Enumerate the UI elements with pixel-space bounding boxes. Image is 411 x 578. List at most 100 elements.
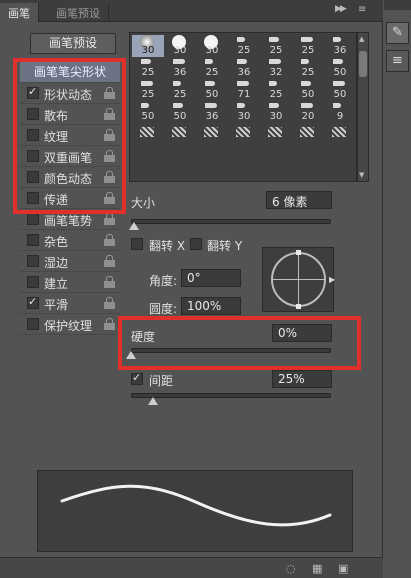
brush-size-label: 25 bbox=[141, 67, 155, 78]
toggle-live-tip-icon[interactable]: ◌ bbox=[286, 562, 296, 575]
option-build-up[interactable]: 建立 bbox=[20, 272, 120, 293]
brush-tip-preset[interactable] bbox=[228, 123, 260, 145]
new-brush-icon[interactable]: ▣ bbox=[338, 562, 348, 575]
lock-icon[interactable] bbox=[104, 234, 115, 246]
stroke-preview bbox=[37, 470, 353, 552]
brush-tip-preset[interactable]: 25 bbox=[196, 57, 228, 79]
spacing-slider-thumb[interactable] bbox=[148, 397, 158, 405]
brush-tip-preset[interactable]: 36 bbox=[324, 35, 356, 57]
brush-tip-icon bbox=[205, 81, 215, 86]
brush-tip-preset[interactable]: 25 bbox=[132, 57, 164, 79]
brush-tip-preset[interactable]: 30 bbox=[132, 35, 164, 57]
flip-x-checkbox[interactable] bbox=[131, 238, 143, 250]
highlight-box-options bbox=[13, 58, 126, 214]
tab-brush[interactable]: 画笔 bbox=[0, 3, 39, 22]
spacing-slider-track[interactable] bbox=[131, 393, 331, 398]
angle-arrow-icon[interactable]: ▶ bbox=[329, 275, 335, 284]
brush-tip-preset[interactable]: 25 bbox=[132, 79, 164, 101]
tab-brush-presets[interactable]: 画笔预设 bbox=[48, 3, 109, 22]
brush-tip-icon bbox=[205, 59, 213, 64]
build-up-checkbox[interactable] bbox=[27, 276, 39, 288]
scroll-up-icon[interactable]: ▲ bbox=[359, 35, 364, 43]
brush-size-label: 71 bbox=[237, 89, 251, 100]
brush-pose-checkbox[interactable] bbox=[27, 213, 39, 225]
brush-tip-preset[interactable]: 50 bbox=[132, 101, 164, 123]
spacing-checkbox[interactable] bbox=[131, 371, 143, 385]
scroll-thumb[interactable] bbox=[359, 51, 367, 77]
lock-icon[interactable] bbox=[104, 297, 115, 309]
flip-y-checkbox[interactable] bbox=[190, 238, 202, 250]
brush-settings-dock-icon[interactable]: ≡ bbox=[386, 50, 409, 72]
brush-grid-scrollbar[interactable]: ▲ ▼ bbox=[357, 32, 369, 182]
brush-tip-preset[interactable]: 71 bbox=[228, 79, 260, 101]
size-slider-track[interactable] bbox=[131, 219, 331, 224]
size-slider-thumb[interactable] bbox=[129, 222, 139, 230]
roundness-handle-top[interactable] bbox=[296, 250, 301, 255]
brush-tip-preset[interactable] bbox=[132, 123, 164, 145]
option-smoothing[interactable]: 平滑 bbox=[20, 293, 120, 314]
roundness-handle-bottom[interactable] bbox=[296, 304, 301, 309]
brush-tip-preset[interactable]: 25 bbox=[292, 35, 324, 57]
brush-tip-icon bbox=[301, 59, 309, 64]
brush-tip-icon bbox=[173, 59, 185, 64]
panel-menu-icon[interactable]: ≡ bbox=[358, 4, 366, 15]
brush-tip-preset[interactable]: 20 bbox=[292, 101, 324, 123]
spacing-field[interactable]: 25% bbox=[272, 370, 332, 388]
option-noise[interactable]: 杂色 bbox=[20, 230, 120, 251]
brush-tip-preset[interactable]: 36 bbox=[196, 101, 228, 123]
brush-presets-button[interactable]: 画笔预设 bbox=[30, 33, 116, 54]
panel-footer: ◌ ▦ ▣ bbox=[0, 557, 383, 578]
option-label: 保护纹理 bbox=[44, 319, 93, 333]
brush-tip-preset[interactable]: 36 bbox=[164, 57, 196, 79]
option-protect-texture[interactable]: 保护纹理 bbox=[20, 314, 120, 335]
brush-tip-preset[interactable] bbox=[292, 123, 324, 145]
smoothing-checkbox[interactable] bbox=[27, 295, 39, 309]
brush-tip-preset[interactable] bbox=[324, 123, 356, 145]
size-field[interactable]: 6 像素 bbox=[266, 191, 332, 209]
brush-tip-preset[interactable]: 36 bbox=[228, 57, 260, 79]
brush-tip-preset[interactable]: 50 bbox=[292, 79, 324, 101]
protect-texture-checkbox[interactable] bbox=[27, 318, 39, 330]
brush-size-label: 50 bbox=[173, 111, 187, 122]
option-wet-edges[interactable]: 湿边 bbox=[20, 251, 120, 272]
brush-tip-preset[interactable]: 30 bbox=[228, 101, 260, 123]
brush-tip-icon bbox=[333, 103, 341, 108]
brush-tip-preset[interactable]: 30 bbox=[196, 35, 228, 57]
angle-field[interactable]: 0° bbox=[181, 269, 241, 287]
brush-tip-preset[interactable]: 25 bbox=[164, 79, 196, 101]
brush-tip-preset[interactable]: 50 bbox=[164, 101, 196, 123]
noise-checkbox[interactable] bbox=[27, 234, 39, 246]
brush-tip-preset[interactable]: 30 bbox=[260, 101, 292, 123]
brush-tip-preset[interactable]: 25 bbox=[292, 57, 324, 79]
brush-tip-preset[interactable] bbox=[260, 123, 292, 145]
brush-panel-dock-icon[interactable]: ✎ bbox=[386, 22, 409, 44]
brush-tip-preset[interactable]: 32 bbox=[260, 57, 292, 79]
brush-size-label: 50 bbox=[205, 89, 219, 100]
wet-edges-checkbox[interactable] bbox=[27, 255, 39, 267]
brush-tip-preset[interactable]: 30 bbox=[164, 35, 196, 57]
brush-tip-preset[interactable]: 25 bbox=[260, 79, 292, 101]
option-label: 湿边 bbox=[44, 256, 69, 270]
brush-tip-preset[interactable]: 50 bbox=[196, 79, 228, 101]
lock-icon[interactable] bbox=[104, 213, 115, 225]
angle-roundness-widget[interactable]: ▶ bbox=[262, 247, 335, 312]
brush-tip-preset[interactable]: 50 bbox=[324, 79, 356, 101]
brush-tip-preset[interactable] bbox=[196, 123, 228, 145]
brush-tip-icon bbox=[237, 37, 245, 42]
brush-tip-preset[interactable]: 25 bbox=[228, 35, 260, 57]
lock-icon[interactable] bbox=[104, 318, 115, 330]
scroll-down-icon[interactable]: ▼ bbox=[359, 171, 364, 179]
brush-tip-preset[interactable]: 50 bbox=[324, 57, 356, 79]
brush-tip-icon bbox=[141, 59, 151, 64]
collapse-panel-icon[interactable]: ▶▶ bbox=[335, 4, 347, 14]
brush-tip-preset[interactable]: 25 bbox=[260, 35, 292, 57]
roundness-field[interactable]: 100% bbox=[181, 297, 241, 315]
lock-icon[interactable] bbox=[104, 255, 115, 267]
brush-tip-preset[interactable]: 9 bbox=[324, 101, 356, 123]
option-label: 平滑 bbox=[44, 298, 69, 312]
lock-icon[interactable] bbox=[104, 276, 115, 288]
brush-size-label: 9 bbox=[336, 111, 344, 122]
brush-grid-icon[interactable]: ▦ bbox=[312, 562, 322, 575]
brush-tip-preset[interactable] bbox=[164, 123, 196, 145]
brush-size-label: 30 bbox=[141, 45, 155, 56]
